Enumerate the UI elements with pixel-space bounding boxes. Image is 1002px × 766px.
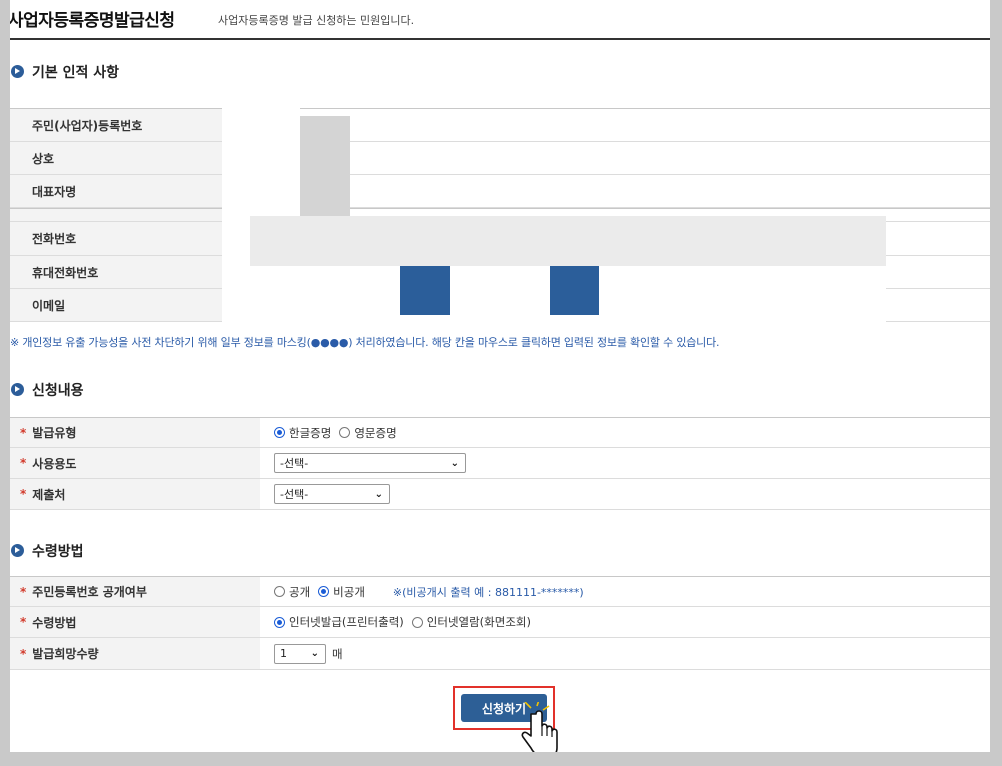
privacy-mask-light[interactable]	[250, 216, 886, 266]
hand-pointer-icon	[521, 702, 558, 752]
radio-private-label: 비공개	[333, 584, 365, 599]
radio-internet-print[interactable]: 인터넷발급(프린터출력)	[274, 614, 404, 630]
row-representative: 대표자명	[10, 175, 990, 208]
radio-private[interactable]: 비공개	[318, 584, 365, 600]
disclosure-options: 공개 비공개 ※(비공개시 출력 예 : 881111-*******)	[274, 577, 584, 606]
circle-arrow-icon	[11, 544, 24, 557]
chevron-down-icon: ⌄	[310, 648, 319, 659]
radio-public[interactable]: 공개	[274, 584, 310, 600]
chevron-down-icon: ⌄	[450, 457, 459, 469]
label-method: * 수령방법	[10, 607, 260, 637]
row-issue-type: * 발급유형 한글증명 영문증명	[10, 417, 990, 448]
purpose-cell: -선택- ⌄	[274, 448, 466, 478]
chevron-down-icon: ⌄	[374, 488, 383, 500]
radio-english[interactable]: 영문증명	[339, 425, 397, 441]
section-application-title: 신청내용	[32, 383, 84, 399]
disclosure-hint: ※(비공개시 출력 예 : 881111-*******)	[392, 585, 584, 599]
required-mark: *	[20, 487, 27, 501]
privacy-mask-gray	[300, 116, 350, 216]
radio-korean-label: 한글증명	[289, 425, 332, 440]
label-issue-type-text: 발급유형	[32, 426, 77, 440]
label-destination-text: 제출처	[32, 487, 66, 502]
destination-select[interactable]: -선택- ⌄	[274, 484, 390, 504]
row-registration-number: 주민(사업자)등록번호	[10, 108, 990, 142]
label-disclosure: * 주민등록번호 공개여부	[10, 577, 260, 606]
circle-arrow-icon	[11, 383, 24, 396]
page-title: 사업자등록증명발급신청	[10, 11, 175, 31]
radio-unchecked-icon[interactable]	[274, 586, 285, 597]
quantity-cell: 1 ⌄ 매	[274, 638, 343, 669]
radio-internet-print-label: 인터넷발급(프린터출력)	[289, 615, 404, 629]
purpose-select-value: -선택-	[280, 457, 309, 470]
title-bar: 사업자등록증명발급신청 사업자등록증명 발급 신청하는 민원입니다.	[10, 0, 990, 40]
page-subtitle: 사업자등록증명 발급 신청하는 민원입니다.	[218, 14, 415, 27]
privacy-mask-blue-2[interactable]	[550, 266, 599, 315]
radio-checked-icon[interactable]	[274, 616, 285, 628]
row-purpose: * 사용용도 -선택- ⌄	[10, 448, 990, 479]
row-quantity: * 발급희망수량 1 ⌄ 매	[10, 638, 990, 670]
section-basic-title: 기본 인적 사항	[32, 65, 120, 81]
label-disclosure-text: 주민등록번호 공개여부	[32, 585, 147, 599]
row-method: * 수령방법 인터넷발급(프린터출력) 인터넷열람(화면조회)	[10, 607, 990, 638]
label-issue-type: * 발급유형	[10, 418, 260, 447]
circle-arrow-icon	[11, 65, 24, 78]
radio-korean[interactable]: 한글증명	[274, 425, 331, 441]
purpose-select[interactable]: -선택- ⌄	[274, 453, 466, 473]
privacy-notice: ※ 개인정보 유출 가능성을 사전 차단하기 위해 일부 정보를 마스킹(●●●…	[10, 336, 720, 349]
section-receipt-title: 수령방법	[32, 544, 84, 560]
label-method-text: 수령방법	[32, 615, 77, 630]
radio-unchecked-icon[interactable]	[339, 427, 351, 438]
method-options: 인터넷발급(프린터출력) 인터넷열람(화면조회)	[274, 607, 539, 637]
privacy-mask-blue-1[interactable]	[400, 266, 450, 315]
label-purpose: * 사용용도	[10, 448, 260, 478]
issue-type-options: 한글증명 영문증명	[274, 418, 405, 447]
label-purpose-text: 사용용도	[32, 456, 77, 471]
destination-cell: -선택- ⌄	[274, 479, 390, 509]
quantity-select-value: 1	[280, 647, 287, 660]
destination-select-value: -선택-	[280, 488, 309, 501]
row-trade-name: 상호	[10, 142, 990, 175]
row-destination: * 제출처 -선택- ⌄	[10, 479, 990, 510]
radio-internet-view[interactable]: 인터넷열람(화면조회)	[411, 614, 531, 630]
required-mark: *	[20, 615, 27, 629]
required-mark: *	[20, 584, 27, 599]
required-mark: *	[20, 425, 27, 440]
radio-checked-icon[interactable]	[318, 586, 330, 597]
page: 사업자등록증명발급신청 사업자등록증명 발급 신청하는 민원입니다. 기본 인적…	[10, 0, 990, 752]
quantity-select[interactable]: 1 ⌄	[274, 643, 326, 664]
radio-english-label: 영문증명	[354, 425, 397, 440]
row-disclosure: * 주민등록번호 공개여부 공개 비공개 ※(비공개시 출력 예 : 881111…	[10, 576, 990, 607]
required-mark: *	[20, 646, 27, 661]
required-mark: *	[20, 456, 27, 470]
label-quantity: * 발급희망수량	[10, 638, 260, 669]
radio-checked-icon[interactable]	[274, 427, 285, 438]
label-quantity-text: 발급희망수량	[32, 647, 99, 661]
radio-internet-view-label: 인터넷열람(화면조회)	[426, 615, 531, 629]
radio-unchecked-icon[interactable]	[411, 616, 423, 628]
quantity-unit: 매	[332, 646, 343, 661]
label-destination: * 제출처	[10, 479, 260, 509]
radio-public-label: 공개	[289, 584, 311, 599]
